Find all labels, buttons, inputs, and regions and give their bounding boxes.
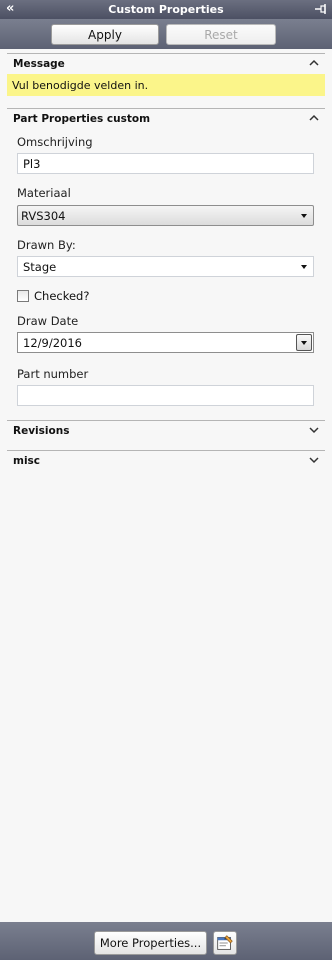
section-header-misc[interactable]: misc	[7, 450, 325, 470]
panel-title: Custom Properties	[108, 3, 224, 16]
section-title-message: Message	[13, 57, 65, 70]
checked-row: Checked?	[17, 288, 89, 304]
section-header-message[interactable]: Message	[7, 53, 325, 73]
draw-date-value: 12/9/2016	[23, 335, 82, 350]
chevron-down-icon[interactable]	[309, 456, 319, 464]
checked-label: Checked?	[34, 289, 90, 303]
materiaal-label: Materiaal	[17, 186, 71, 200]
reset-button[interactable]: Reset	[166, 24, 276, 45]
dropdown-arrow-icon	[301, 214, 307, 218]
materiaal-value: RVS304	[21, 208, 66, 223]
draw-date-picker[interactable]: 12/9/2016	[17, 332, 314, 353]
pin-icon[interactable]	[314, 2, 328, 16]
part-number-field[interactable]	[17, 385, 314, 406]
section-header-revisions[interactable]: Revisions	[7, 420, 325, 440]
form-edit-icon	[217, 935, 233, 950]
section-title-misc: misc	[13, 454, 41, 467]
drawn-by-label: Drawn By:	[17, 238, 76, 252]
message-banner: Vul benodigde velden in.	[7, 74, 325, 96]
more-properties-button[interactable]: More Properties...	[94, 931, 207, 955]
draw-date-label: Draw Date	[17, 314, 79, 328]
dropdown-arrow-icon	[301, 265, 307, 269]
apply-button[interactable]: Apply	[51, 24, 159, 45]
omschrijving-label: Omschrijving	[17, 135, 93, 149]
chevron-up-icon[interactable]	[309, 114, 319, 122]
bottom-toolbar: More Properties...	[0, 922, 332, 960]
chevron-up-icon[interactable]	[309, 59, 319, 67]
collapse-panel-icon[interactable]: «	[6, 1, 14, 17]
chevron-down-icon[interactable]	[309, 426, 319, 434]
action-toolbar: Apply Reset	[0, 19, 332, 49]
section-title-part-properties: Part Properties custom	[13, 112, 151, 125]
omschrijving-field[interactable]: Pl3	[17, 153, 314, 174]
section-header-part-properties[interactable]: Part Properties custom	[7, 108, 325, 128]
part-number-label: Part number	[17, 367, 89, 381]
drawn-by-value: Stage	[23, 259, 57, 274]
checked-checkbox[interactable]	[17, 290, 29, 302]
panel-title-bar: « Custom Properties	[0, 0, 332, 19]
section-title-revisions: Revisions	[13, 424, 70, 437]
properties-panel: Message Vul benodigde velden in. Part Pr…	[0, 49, 332, 922]
calendar-dropdown-button[interactable]	[296, 334, 312, 351]
message-text: Vul benodigde velden in.	[12, 78, 149, 92]
drawn-by-dropdown[interactable]: Stage	[17, 256, 314, 277]
omschrijving-value: Pl3	[23, 156, 41, 171]
materiaal-dropdown[interactable]: RVS304	[17, 205, 314, 226]
properties-editor-button[interactable]	[213, 931, 237, 955]
